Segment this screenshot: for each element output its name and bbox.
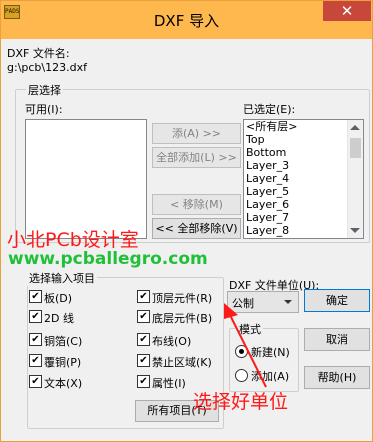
close-icon: ✕ [340,2,354,20]
available-layers-label: 可用(I): [25,103,63,116]
scrollbar[interactable] [347,120,363,238]
scroll-thumb[interactable] [350,138,361,158]
file-path: g:\pcb\123.dxf [7,61,87,74]
top-components-checkbox[interactable]: ✔ [137,290,150,303]
file-name-label: DXF 文件名: [7,47,70,60]
top-components-label: 顶层元件(R) [152,292,213,305]
scroll-up-icon[interactable] [350,125,360,130]
keepout-label: 禁止区域(K) [152,356,212,369]
copper-pour-checkbox[interactable]: ✔ [29,354,42,367]
chevron-down-icon [284,300,292,304]
copper-pour-label: 覆铜(P) [44,356,82,369]
ok-button[interactable]: 确定 [304,289,370,312]
2d-lines-checkbox[interactable]: ✔ [29,310,42,323]
scroll-down-icon[interactable] [350,228,360,233]
layer-select-title: 层选择 [26,82,63,98]
cancel-button[interactable]: 取消 [304,328,370,351]
list-item[interactable]: Layer_8 [244,224,363,237]
list-item[interactable]: Bottom [244,146,363,159]
board-label: 板(D) [44,292,73,305]
dxf-import-dialog: PADS DXF 导入 ✕ DXF 文件名: g:\pcb\123.dxf 层选… [0,0,373,442]
remove-all-layers-button[interactable]: << 全部移除(V) [152,218,241,239]
copper-label: 铜箔(C) [44,335,83,348]
add-all-layers-button[interactable]: 全部添加(L) >> [152,147,241,168]
attributes-label: 属性(I) [152,377,186,390]
list-item[interactable]: Layer_5 [244,185,363,198]
list-item[interactable]: Layer_3 [244,159,363,172]
remove-layer-button[interactable]: < 移除(M) [152,194,241,215]
selected-layers-list[interactable]: <所有层> Top Bottom Layer_3 Layer_4 Layer_5… [243,119,364,239]
text-checkbox[interactable]: ✔ [29,375,42,388]
annotation-arrow-icon [224,303,267,388]
attributes-checkbox[interactable]: ✔ [137,375,150,388]
close-button[interactable]: ✕ [323,1,371,21]
list-item[interactable]: Layer_7 [244,211,363,224]
text-label: 文本(X) [44,377,83,390]
copper-checkbox[interactable]: ✔ [29,333,42,346]
bottom-components-label: 底层元件(B) [152,312,213,325]
board-checkbox[interactable]: ✔ [29,290,42,303]
brand-watermark: 小北PCb设计室 [7,229,139,251]
help-button[interactable]: 帮助(H) [304,366,370,389]
routing-checkbox[interactable]: ✔ [137,333,150,346]
available-layers-list[interactable] [25,119,147,239]
import-items-title: 选择输入项目 [27,270,97,286]
routing-label: 布线(O) [152,335,192,348]
url-watermark: www.pcballegro.com [8,249,208,269]
bottom-components-checkbox[interactable]: ✔ [137,310,150,323]
window-title: DXF 导入 [153,12,220,30]
selected-layers-label: 已选定(E): [243,103,296,116]
list-item[interactable]: Top [244,133,363,146]
keepout-checkbox[interactable]: ✔ [137,354,150,367]
add-layer-button[interactable]: 添(A) >> [152,123,241,144]
list-item[interactable]: <所有层> [244,120,363,133]
list-item[interactable]: Layer_6 [244,198,363,211]
list-item[interactable]: Layer_4 [244,172,363,185]
title-bar[interactable]: PADS DXF 导入 ✕ [1,1,372,39]
hint-annotation: 选择好单位 [193,391,289,413]
2d-lines-label: 2D 线 [44,312,74,325]
